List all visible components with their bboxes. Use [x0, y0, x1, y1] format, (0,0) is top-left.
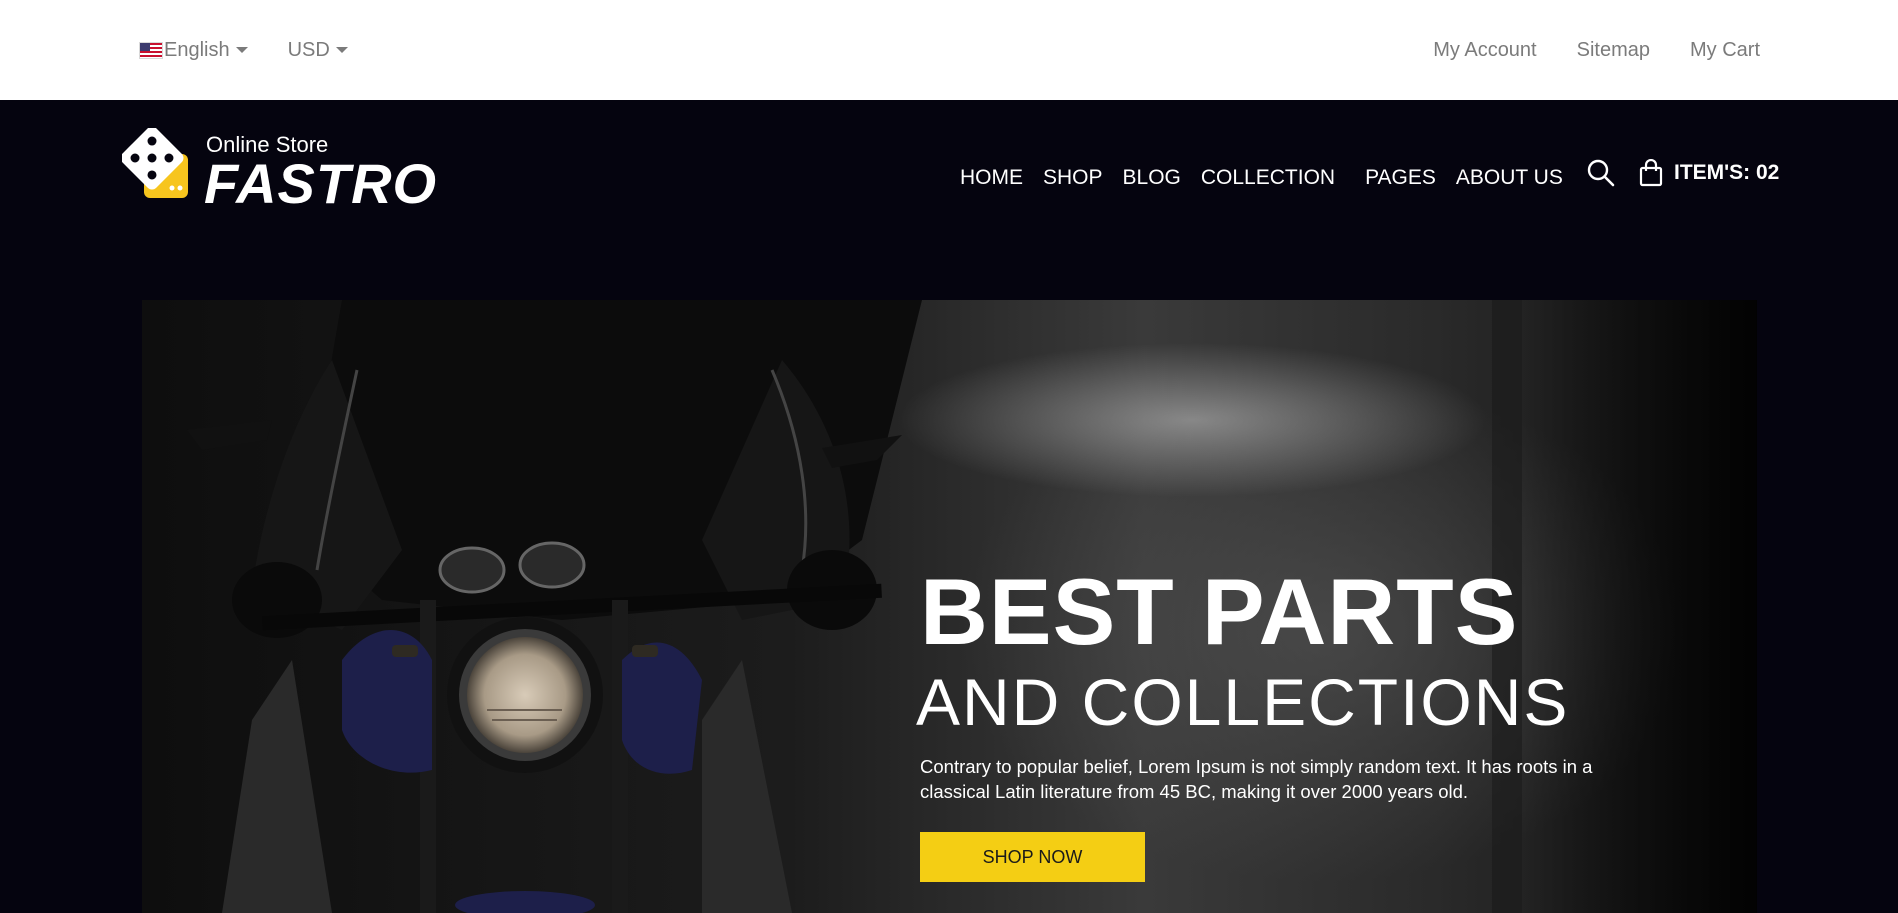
nav-home[interactable]: HOME — [960, 166, 1023, 190]
hero-banner: BEST PARTS AND COLLECTIONS Contrary to p… — [142, 300, 1757, 913]
shopping-bag-icon — [1639, 159, 1663, 187]
my-cart-link[interactable]: My Cart — [1690, 39, 1760, 62]
main-nav: HOME SHOP BLOG COLLECTION PAGES ABOUT US — [960, 166, 1583, 190]
cart-button[interactable]: ITEM'S: 02 — [1638, 159, 1779, 187]
logo-brand: FASTRO — [204, 152, 438, 215]
top-bar: English USD My Account Sitemap My Cart — [0, 0, 1898, 100]
currency-label: USD — [287, 38, 330, 61]
language-dropdown[interactable]: English — [140, 39, 248, 62]
hero-description: Contrary to popular belief, Lorem Ipsum … — [920, 756, 1593, 802]
currency-dropdown[interactable]: USD — [288, 39, 348, 62]
search-icon[interactable] — [1586, 158, 1616, 188]
sitemap-link[interactable]: Sitemap — [1577, 39, 1650, 62]
dice-icon — [122, 128, 188, 198]
hero-text-block: BEST PARTS AND COLLECTIONS Contrary to p… — [916, 559, 1680, 882]
nav-about-us[interactable]: ABOUT US — [1456, 166, 1563, 190]
hero-subtitle: AND COLLECTIONS — [916, 665, 1570, 739]
header-tools: ITEM'S: 02 — [1586, 158, 1779, 188]
language-label: English — [164, 38, 230, 61]
site-logo[interactable]: Online Store FASTRO — [122, 128, 452, 214]
hero-title: BEST PARTS — [920, 559, 1519, 664]
main-header: Online Store FASTRO HOME SHOP BLOG COLLE… — [0, 100, 1898, 300]
my-account-link[interactable]: My Account — [1433, 39, 1536, 62]
cart-count-label: ITEM'S: 02 — [1674, 161, 1780, 184]
nav-pages[interactable]: PAGES — [1365, 166, 1436, 190]
nav-blog[interactable]: BLOG — [1123, 166, 1181, 190]
shop-now-button[interactable]: SHOP NOW — [920, 832, 1145, 882]
chevron-down-icon — [235, 47, 248, 53]
top-bar-right: My Account Sitemap My Cart — [1433, 0, 1760, 100]
nav-collection[interactable]: COLLECTION — [1201, 166, 1335, 190]
us-flag-icon — [140, 42, 162, 58]
nav-shop[interactable]: SHOP — [1043, 166, 1103, 190]
top-bar-left: English USD — [140, 0, 348, 100]
chevron-down-icon — [335, 47, 348, 53]
